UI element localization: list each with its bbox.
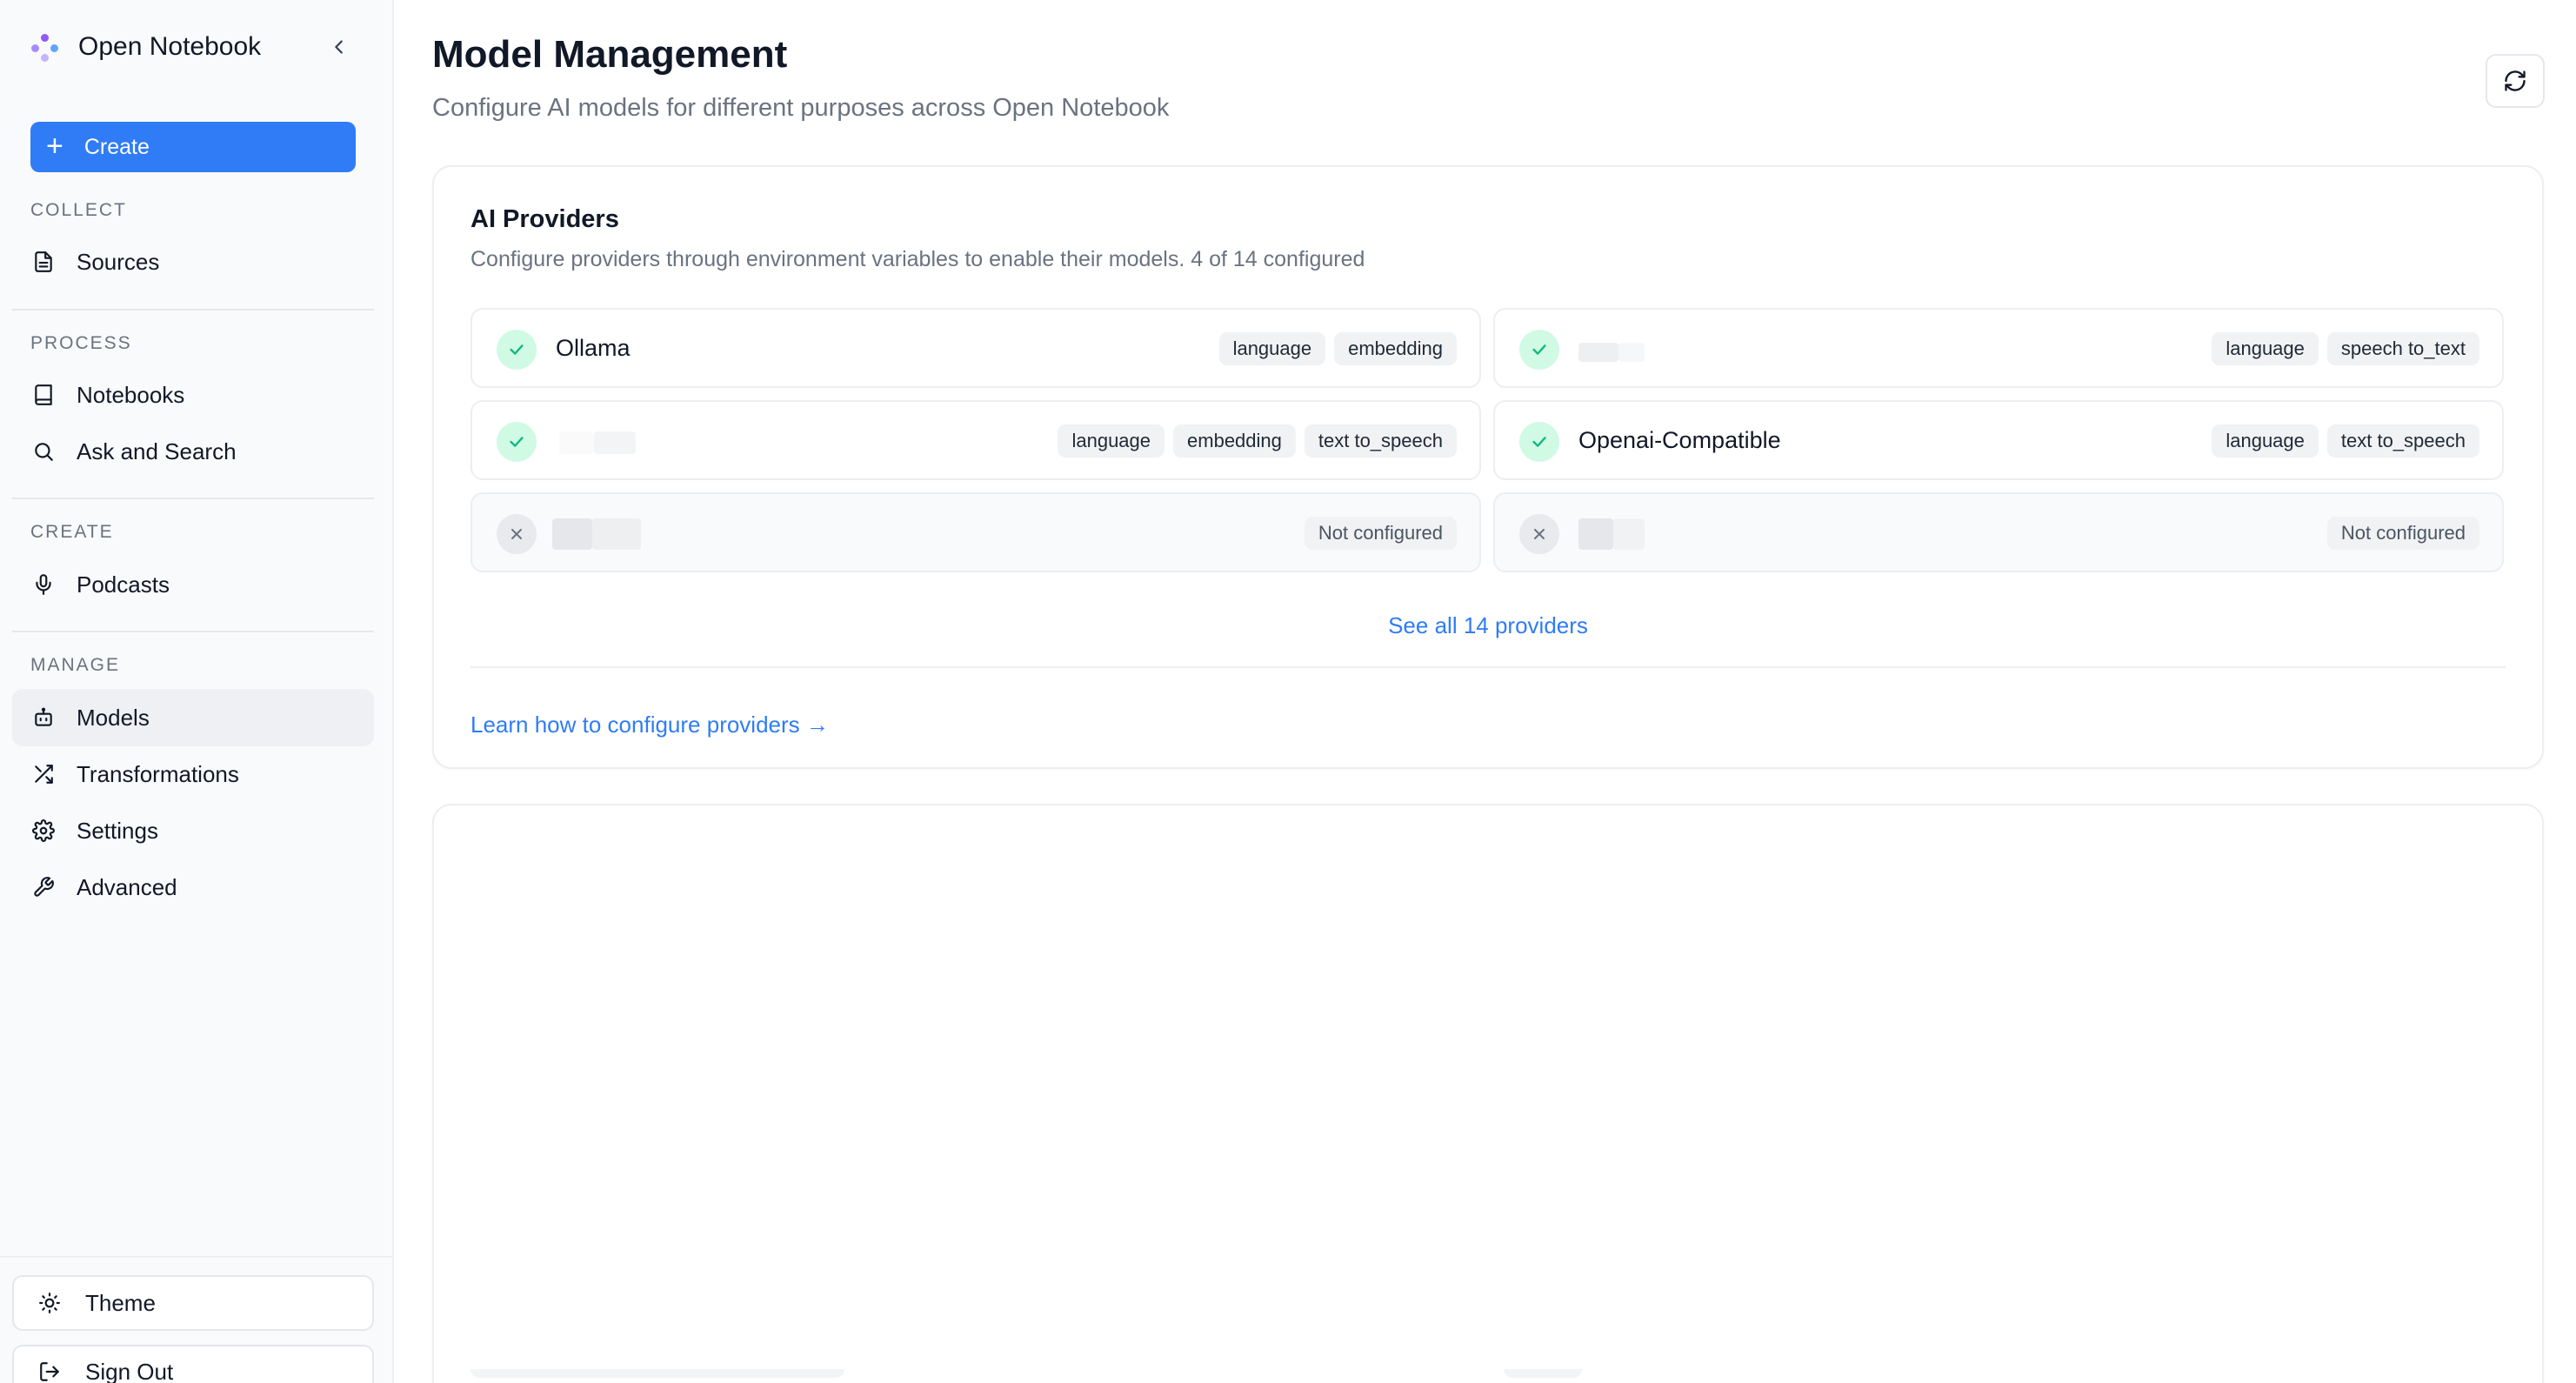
sidebar: Open Notebook + Create COLLECT Sources P…	[0, 0, 394, 1383]
x-icon	[1519, 514, 1559, 554]
sidebar-item-label: Sources	[77, 248, 160, 275]
check-icon	[497, 422, 537, 462]
page-subtitle: Configure AI models for different purpos…	[432, 94, 1170, 122]
sidebar-item-sources[interactable]: Sources	[12, 233, 374, 291]
provider-redacted: language speech to_text	[1493, 308, 2504, 388]
sidebar-item-ask-and-search[interactable]: Ask and Search	[12, 423, 374, 480]
theme-button[interactable]: Theme	[12, 1275, 374, 1331]
collapse-sidebar-button[interactable]	[324, 31, 355, 63]
provider-name: Openai-Compatible	[1578, 427, 1781, 453]
section-label-collect: COLLECT	[30, 200, 127, 220]
wrench-icon	[31, 875, 56, 899]
skeleton-element	[470, 1369, 844, 1378]
search-icon	[31, 439, 56, 464]
check-icon	[1519, 330, 1559, 370]
ai-providers-card: AI Providers Configure providers through…	[432, 165, 2544, 769]
sidebar-item-label: Advanced	[77, 873, 177, 900]
sidebar-item-settings[interactable]: Settings	[12, 802, 374, 859]
sidebar-divider	[12, 631, 374, 632]
bot-icon	[31, 705, 56, 730]
redacted-provider-name	[559, 431, 594, 454]
brand: Open Notebook	[28, 30, 261, 64]
sidebar-item-label: Models	[77, 704, 150, 731]
sidebar-item-label: Notebooks	[77, 381, 185, 408]
provider-redacted: language embedding text to_speech	[470, 400, 1481, 480]
shuffle-icon	[31, 762, 56, 786]
capability-tag: language	[1058, 424, 1165, 458]
not-configured-badge: Not configured	[1304, 517, 1457, 550]
capability-tag: language	[2212, 332, 2319, 365]
file-text-icon	[31, 250, 56, 274]
create-button-label: Create	[83, 134, 150, 159]
not-configured-badge: Not configured	[2326, 517, 2479, 550]
gear-icon	[31, 818, 56, 843]
redacted-provider-name	[1578, 518, 1613, 550]
sidebar-item-label: Ask and Search	[77, 438, 237, 464]
redacted-provider-name	[552, 518, 592, 550]
log-out-icon	[37, 1359, 63, 1383]
provider-ollama: Ollama language embedding	[470, 308, 1481, 388]
sidebar-item-transformations[interactable]: Transformations	[12, 745, 374, 803]
refresh-icon	[2505, 70, 2526, 91]
learn-configure-providers-link[interactable]: Learn how to configure providers →	[470, 712, 829, 738]
see-all-providers-link[interactable]: See all 14 providers	[434, 612, 2542, 639]
models-card	[432, 804, 2544, 1383]
redacted-provider-name	[592, 518, 641, 550]
capability-tag: language	[2212, 424, 2319, 458]
sidebar-divider	[12, 498, 374, 499]
capability-tag: text to_speech	[2326, 424, 2479, 458]
x-icon	[497, 514, 537, 554]
sign-out-label: Sign Out	[85, 1359, 174, 1383]
capability-tag: text to_speech	[1304, 424, 1457, 458]
sidebar-item-advanced[interactable]: Advanced	[12, 859, 374, 916]
card-title: AI Providers	[470, 205, 619, 233]
capability-tag: embedding	[1334, 332, 1457, 365]
theme-label: Theme	[85, 1289, 156, 1316]
plus-icon: +	[46, 129, 63, 163]
mic-icon	[31, 572, 56, 597]
sidebar-item-label: Settings	[77, 817, 158, 844]
section-label-manage: MANAGE	[30, 655, 121, 675]
section-label-create: CREATE	[30, 522, 114, 542]
redacted-provider-name	[1578, 343, 1618, 362]
capability-tag: language	[1218, 332, 1326, 365]
section-label-process: PROCESS	[30, 333, 132, 353]
sidebar-item-podcasts[interactable]: Podcasts	[12, 556, 374, 613]
create-button[interactable]: + Create	[30, 122, 356, 172]
provider-not-configured: Not configured	[1493, 492, 2504, 572]
capability-tag: embedding	[1173, 424, 1296, 458]
redacted-provider-name	[1618, 343, 1645, 362]
sidebar-item-models[interactable]: Models	[12, 689, 374, 746]
redacted-provider-name	[1613, 518, 1645, 550]
sidebar-divider	[12, 309, 374, 311]
sun-icon	[37, 1290, 63, 1316]
sidebar-item-label: Podcasts	[77, 571, 170, 598]
app-logo-icon	[28, 30, 61, 63]
sidebar-footer-divider	[0, 1256, 394, 1258]
check-icon	[497, 330, 537, 370]
app-name: Open Notebook	[78, 32, 262, 61]
chevron-left-icon	[335, 40, 343, 54]
refresh-button[interactable]	[2486, 54, 2545, 108]
card-divider	[470, 666, 2506, 668]
sidebar-item-notebooks[interactable]: Notebooks	[12, 366, 374, 424]
sidebar-item-label: Transformations	[77, 760, 239, 787]
capability-tag: speech to_text	[2326, 332, 2479, 365]
card-description: Configure providers through environment …	[470, 247, 1365, 271]
skeleton-element	[1504, 1369, 1582, 1378]
redacted-provider-name	[594, 431, 636, 454]
provider-name: Ollama	[556, 335, 631, 361]
provider-not-configured: Not configured	[470, 492, 1481, 572]
page-title: Model Management	[432, 33, 788, 76]
check-icon	[1519, 422, 1559, 462]
book-icon	[31, 383, 56, 407]
sign-out-button[interactable]: Sign Out	[12, 1345, 374, 1383]
provider-openai-compatible: Openai-Compatible language text to_speec…	[1493, 400, 2504, 480]
